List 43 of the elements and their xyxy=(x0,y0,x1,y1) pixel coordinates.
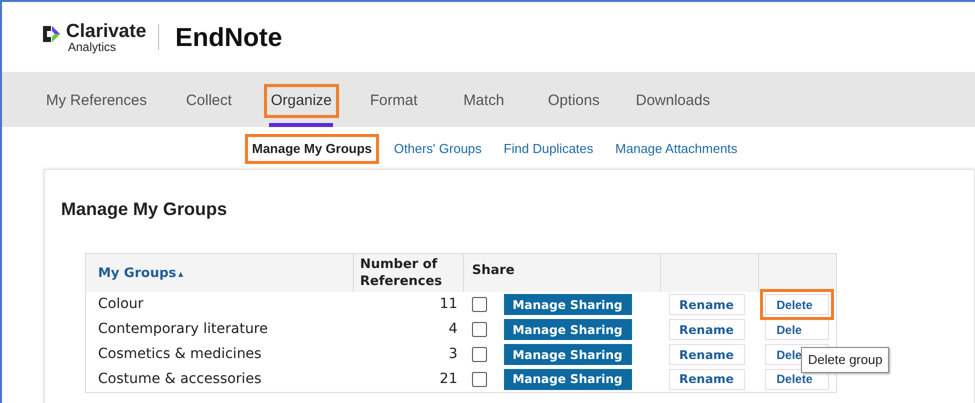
group-name: Contemporary literature xyxy=(98,321,268,337)
rename-button[interactable]: Rename xyxy=(668,368,744,390)
nav-tab[interactable]: Match xyxy=(448,72,520,127)
rename-button[interactable]: Rename xyxy=(668,344,744,365)
brand-name: Clarivate xyxy=(66,22,146,40)
rename-button[interactable]: Rename xyxy=(668,294,744,315)
subnav-link[interactable]: Others' Groups xyxy=(390,137,486,161)
nav-tab[interactable]: Collect xyxy=(172,72,245,127)
column-header[interactable]: My Groups xyxy=(98,266,176,280)
share-checkbox[interactable] xyxy=(472,347,486,362)
reference-count: 4 xyxy=(448,321,458,337)
group-name: Cosmetics & medicines xyxy=(98,346,262,362)
manage-sharing-button[interactable]: Manage Sharing xyxy=(504,368,632,390)
rename-button[interactable]: Rename xyxy=(668,319,744,340)
nav-tab[interactable]: Organize xyxy=(262,72,340,127)
delete-button[interactable]: Dele xyxy=(764,319,828,340)
nav-tab[interactable]: My References xyxy=(38,72,155,127)
page-title: Manage My Groups xyxy=(61,198,228,221)
subnav-link[interactable]: Manage My Groups xyxy=(248,137,376,161)
column-header: Share xyxy=(472,263,515,278)
group-name: Colour xyxy=(98,296,144,312)
reference-count: 11 xyxy=(440,296,458,312)
sort-icon: ▴ xyxy=(178,268,184,280)
delete-button[interactable]: Delete xyxy=(764,368,828,390)
reference-count: 21 xyxy=(440,370,458,387)
column-header: Number of References xyxy=(360,257,442,289)
nav-tab[interactable]: Downloads xyxy=(628,72,718,127)
subnav-link[interactable]: Manage Attachments xyxy=(611,137,742,161)
manage-sharing-button[interactable]: Manage Sharing xyxy=(504,344,632,365)
share-checkbox[interactable] xyxy=(472,322,486,337)
share-checkbox[interactable] xyxy=(472,372,486,387)
manage-sharing-button[interactable]: Manage Sharing xyxy=(504,294,632,315)
tooltip: Delete group xyxy=(801,347,890,372)
group-name: Costume & accessories xyxy=(98,370,262,387)
product-name: EndNote xyxy=(175,20,282,54)
reference-count: 3 xyxy=(448,346,458,362)
nav-tab[interactable]: Format xyxy=(358,72,430,127)
brand-subtitle: Analytics xyxy=(68,40,118,52)
nav-tab[interactable]: Options xyxy=(538,72,610,127)
subnav-link[interactable]: Find Duplicates xyxy=(500,137,598,161)
manage-sharing-button[interactable]: Manage Sharing xyxy=(504,319,632,340)
share-checkbox[interactable] xyxy=(472,297,486,312)
logo-icon xyxy=(40,23,62,45)
